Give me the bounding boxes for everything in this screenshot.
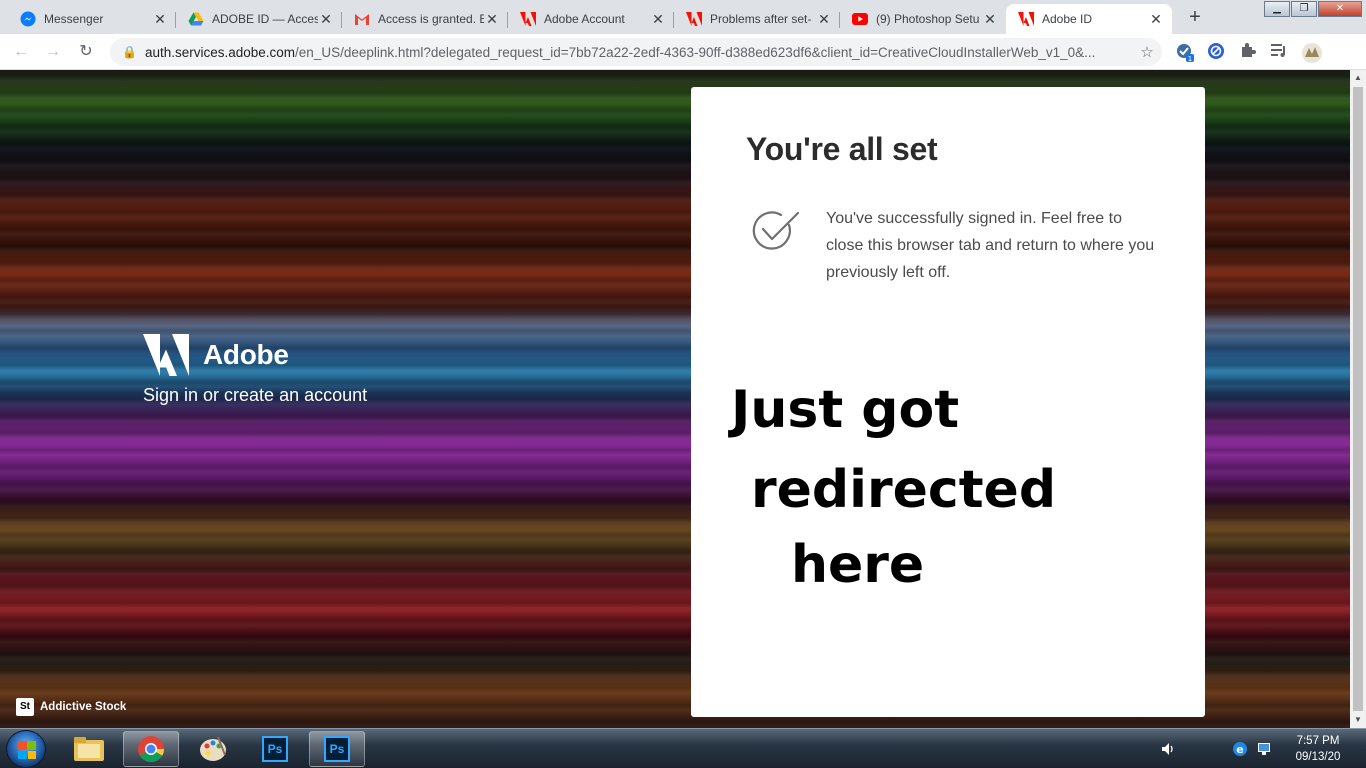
stock-credit-label: Addictive Stock xyxy=(40,701,127,713)
messenger-icon xyxy=(20,11,36,27)
ie-tray-icon[interactable]: e xyxy=(1232,729,1248,768)
tab-problems-after-setup[interactable]: Problems after set- ✕ xyxy=(674,4,840,34)
taskbar-file-explorer[interactable] xyxy=(61,731,117,767)
close-window-button[interactable]: ✕ xyxy=(1318,1,1362,17)
tab-title: Adobe ID xyxy=(1042,12,1093,26)
adobe-logo-icon xyxy=(143,334,189,376)
new-tab-button[interactable]: + xyxy=(1181,5,1209,29)
tab-gmail[interactable]: Access is granted. E ✕ xyxy=(342,4,508,34)
address-bar[interactable]: 🔒 auth.services.adobe.com/en_US/deeplink… xyxy=(110,38,1162,66)
adobe-icon xyxy=(686,11,702,27)
taskbar-photoshop[interactable]: Ps xyxy=(247,731,303,767)
url-host: auth.services.adobe.com xyxy=(144,44,296,60)
note-line-2: redirected xyxy=(751,460,1056,520)
google-drive-icon xyxy=(188,11,204,27)
clock-date: 09/13/20 xyxy=(1295,751,1341,763)
reload-button[interactable]: ↻ xyxy=(74,40,98,64)
network-tray-icon[interactable] xyxy=(1256,729,1272,768)
scrollbar-thumb[interactable] xyxy=(1353,87,1363,711)
gmail-icon xyxy=(354,11,370,27)
profile-avatar[interactable] xyxy=(1301,42,1323,63)
success-card: You're all set You've successfully signe… xyxy=(691,87,1205,717)
forward-button[interactable]: → xyxy=(41,40,65,64)
back-button[interactable]: ← xyxy=(9,40,33,64)
lock-icon: 🔒 xyxy=(122,45,137,59)
stock-credit[interactable]: St Addictive Stock xyxy=(16,698,126,716)
extension-block-icon[interactable] xyxy=(1205,42,1227,62)
close-tab-icon[interactable]: ✕ xyxy=(152,11,168,27)
photoshop-icon: Ps xyxy=(262,736,288,762)
note-line-3: here xyxy=(791,535,924,595)
tab-title: Access is granted. E xyxy=(378,12,484,26)
start-button[interactable] xyxy=(6,730,46,768)
windows-taskbar: Ps Ps e 7:57 PM 09/13/20 xyxy=(0,728,1366,768)
url-path: /en_US/deeplink.html?delegated_request_i… xyxy=(295,44,1096,60)
taskbar-chrome[interactable] xyxy=(123,731,179,767)
scroll-down-arrow-icon[interactable]: ▼ xyxy=(1350,712,1366,728)
browser-toolbar: ← → ↻ 🔒 auth.services.adobe.com/en_US/de… xyxy=(0,34,1366,70)
checkmark-circle-icon xyxy=(752,211,800,250)
minimize-button[interactable]: ▁ xyxy=(1264,1,1290,17)
close-tab-icon[interactable]: ✕ xyxy=(318,11,334,27)
svg-text:1: 1 xyxy=(1188,55,1192,62)
url-text[interactable]: auth.services.adobe.com/en_US/deeplink.h… xyxy=(145,45,1132,60)
sign-in-tagline: Sign in or create an account xyxy=(143,385,368,405)
note-line-1: Just got xyxy=(728,380,959,440)
paint-palette-icon xyxy=(200,736,226,761)
bookmark-star-icon[interactable]: ☆ xyxy=(1132,43,1162,61)
folder-icon xyxy=(74,737,104,761)
tab-adobe-id[interactable]: Adobe ID ✕ xyxy=(1006,4,1172,34)
maximize-button[interactable]: ❐ xyxy=(1291,1,1317,17)
tab-title: (9) Photoshop Setu xyxy=(876,12,980,26)
chrome-icon xyxy=(138,736,165,763)
photoshop-icon: Ps xyxy=(324,736,350,762)
close-tab-icon[interactable]: ✕ xyxy=(650,11,666,27)
tab-title: Problems after set- xyxy=(710,12,812,26)
volume-icon[interactable] xyxy=(1160,729,1176,768)
adobe-stock-icon: St xyxy=(16,698,34,716)
tab-adobe-account[interactable]: Adobe Account ✕ xyxy=(508,4,674,34)
adobe-icon xyxy=(1018,11,1034,27)
brand-name: Adobe xyxy=(203,339,289,370)
tab-messenger[interactable]: Messenger ✕ xyxy=(8,4,176,34)
taskbar-photoshop-active[interactable]: Ps xyxy=(309,731,365,767)
scroll-up-arrow-icon[interactable]: ▲ xyxy=(1350,70,1366,86)
svg-text:e: e xyxy=(1236,743,1243,756)
extension-shield-icon[interactable]: 1 xyxy=(1174,42,1196,63)
close-tab-icon[interactable]: ✕ xyxy=(982,11,998,27)
clock-time: 7:57 PM xyxy=(1296,735,1340,747)
success-message: You've successfully signed in. Feel free… xyxy=(826,210,1155,281)
extensions-puzzle-icon[interactable] xyxy=(1237,42,1259,62)
close-tab-icon[interactable]: ✕ xyxy=(1148,11,1164,27)
window-controls: ▁ ❐ ✕ xyxy=(1263,1,1362,17)
taskbar-paint[interactable] xyxy=(185,731,241,767)
browser-tab-strip: Messenger ✕ ADOBE ID — Acces ✕ Access is… xyxy=(0,0,1366,34)
tab-title: Adobe Account xyxy=(544,12,625,26)
card-title: You're all set xyxy=(746,131,938,167)
adobe-icon xyxy=(520,11,536,27)
vertical-scrollbar[interactable]: ▲ ▼ xyxy=(1350,70,1366,728)
handwritten-note: Just got redirected here xyxy=(728,380,1056,595)
close-tab-icon[interactable]: ✕ xyxy=(816,11,832,27)
tab-adobe-id-access[interactable]: ADOBE ID — Acces ✕ xyxy=(176,4,342,34)
tab-photoshop-setup-video[interactable]: (9) Photoshop Setu ✕ xyxy=(840,4,1006,34)
tab-title: Messenger xyxy=(44,12,104,26)
media-queue-icon[interactable] xyxy=(1268,42,1290,62)
windows-logo-icon xyxy=(18,741,36,759)
close-tab-icon[interactable]: ✕ xyxy=(484,11,500,27)
page-background: Adobe Sign in or create an account St Ad… xyxy=(0,70,1350,728)
youtube-icon xyxy=(852,11,868,27)
adobe-brand: Adobe xyxy=(143,334,289,376)
system-clock[interactable]: 7:57 PM 09/13/20 xyxy=(1288,733,1348,765)
tab-title: ADOBE ID — Acces xyxy=(212,12,318,26)
